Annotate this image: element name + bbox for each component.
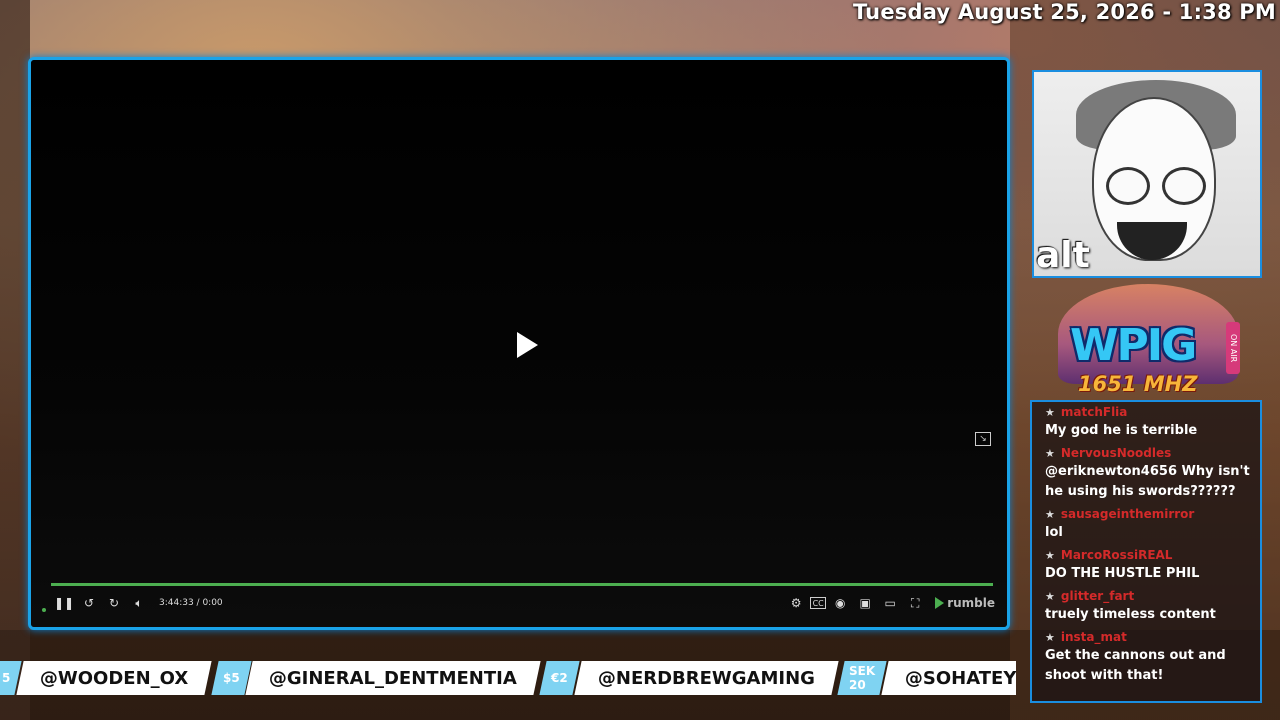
donor-name: @WOODEN_OX — [16, 661, 213, 695]
forward-icon[interactable]: ↻ — [103, 594, 125, 612]
volume-icon[interactable]: 🔈︎ — [128, 594, 150, 612]
donation-amount-badge: SEK 20 — [837, 661, 887, 695]
donation-amount-text: €2 — [551, 671, 568, 685]
chat-message: ★ matchFlia My god he is terrible — [1045, 404, 1250, 441]
rumble-logo[interactable]: rumble — [935, 596, 995, 610]
miniplayer-icon[interactable]: ▣ — [854, 594, 876, 612]
rewind-icon[interactable]: ↺ — [78, 594, 100, 612]
star-icon: ★ — [1045, 508, 1055, 521]
donation-amount-text: $5 — [222, 671, 240, 685]
play-icon[interactable] — [517, 332, 538, 358]
time-display: 3:44:33 / 0:00 — [159, 598, 223, 608]
star-icon: ★ — [1045, 590, 1055, 603]
video-player: ↘ ❚❚ ↺ ↻ 🔈︎ 3:44:33 / 0:00 ⚙ CC ◉ ▣ ▭ ⛶ … — [28, 57, 1010, 630]
theater-mode-icon[interactable]: ▭ — [879, 594, 901, 612]
donation-amount-badge: €2 — [539, 661, 580, 695]
chat-username-text: MarcoRossiREAL — [1060, 548, 1173, 562]
star-icon: ★ — [1045, 406, 1055, 419]
player-controls: ❚❚ ↺ ↻ 🔈︎ 3:44:33 / 0:00 ⚙ CC ◉ ▣ ▭ ⛶ ru… — [53, 593, 995, 613]
chat-panel: ★ matchFlia My god he is terrible ★ NervousN… — [1030, 400, 1262, 703]
station-logo: WPIG 1651 MHZ ON AIR — [1040, 278, 1260, 400]
picture-in-picture-icon[interactable]: ↘ — [975, 432, 991, 446]
avatar-right-lens — [1162, 167, 1206, 205]
logo-name: WPIG — [1070, 320, 1197, 371]
captions-icon[interactable]: CC — [810, 597, 827, 609]
donor-name-text: @WOODEN_OX — [40, 667, 189, 689]
chat-username[interactable]: ★ sausageinthemirror — [1045, 506, 1250, 523]
chat-text: truely timeless content — [1045, 607, 1216, 622]
fullscreen-icon[interactable]: ⛶ — [904, 594, 926, 612]
donation-amount-text: SEK 20 — [848, 664, 876, 692]
chat-username[interactable]: ★ MarcoRossiREAL — [1045, 547, 1250, 564]
chat-username[interactable]: ★ glitter_fart — [1045, 588, 1250, 605]
chat-username-text: glitter_fart — [1060, 589, 1135, 603]
datetime-overlay: Tuesday August 25, 2026 - 1:38 PM — [852, 0, 1276, 24]
donation-ticker: 5 @WOODEN_OX $5 @GINERAL_DENTMENTIA €2 @NERDB… — [0, 660, 1016, 696]
chat-text: Get the cannons out and shoot with that! — [1045, 648, 1226, 683]
chat-message: ★ glitter_farttruely timeless content — [1045, 588, 1250, 625]
pause-icon[interactable]: ❚❚ — [53, 594, 75, 612]
donation-amount-text: 5 — [2, 671, 11, 685]
live-indicator — [42, 608, 46, 612]
on-air-badge: ON AIR — [1226, 322, 1240, 374]
donor-name-text: @GINERAL_DENTMENTIA — [269, 667, 518, 689]
webcam-avatar: alt — [1032, 70, 1262, 278]
donor-name-text: @SOHATEY — [905, 667, 1016, 689]
chat-text: My god he is terrible — [1045, 423, 1198, 438]
chat-username[interactable]: ★ insta_mat — [1045, 629, 1250, 646]
chat-message: ★ insta_mat Get the cannons out and shoot … — [1045, 629, 1250, 686]
chat-username-text: NervousNoodles — [1060, 446, 1172, 460]
chat-username-text: insta_mat — [1060, 630, 1127, 644]
donor-name-text: @NERDBREWGAMING — [597, 667, 815, 689]
avatar-left-lens — [1106, 167, 1150, 205]
chat-text: DO THE HUSTLE PHIL — [1045, 566, 1200, 581]
webcam-caption: alt — [1036, 235, 1090, 276]
chat-message: ★ NervousNoodles @eriknewton4656 Why isn't… — [1045, 445, 1250, 502]
logo-frequency: 1651 MHZ — [1078, 372, 1198, 396]
star-icon: ★ — [1045, 549, 1055, 562]
settings-icon[interactable]: ⚙ — [785, 594, 807, 612]
rumble-play-icon — [935, 597, 945, 609]
donor-name: @NERDBREWGAMING — [574, 661, 839, 695]
donor-name: @SOHATEY — [881, 661, 1016, 695]
chat-username[interactable]: ★ matchFlia — [1045, 404, 1250, 421]
autoplay-toggle-icon[interactable]: ◉ — [829, 594, 851, 612]
chat-username[interactable]: ★ NervousNoodles — [1045, 445, 1250, 462]
chat-username-text: matchFlia — [1060, 405, 1128, 419]
chat-message: ★ MarcoRossiREAL DO THE HUSTLE PHIL — [1045, 547, 1250, 584]
chat-username-text: sausageinthemirror — [1060, 507, 1195, 521]
progress-bar[interactable] — [51, 583, 993, 586]
star-icon: ★ — [1045, 447, 1055, 460]
chat-message: ★ sausageinthemirror lol — [1045, 506, 1250, 543]
donor-name: @GINERAL_DENTMENTIA — [245, 661, 541, 695]
chat-text: @eriknewton4656 Why isn't he using his s… — [1045, 464, 1250, 499]
chat-text: lol — [1045, 525, 1063, 540]
donation-amount-badge: $5 — [211, 661, 251, 695]
star-icon: ★ — [1045, 631, 1055, 644]
